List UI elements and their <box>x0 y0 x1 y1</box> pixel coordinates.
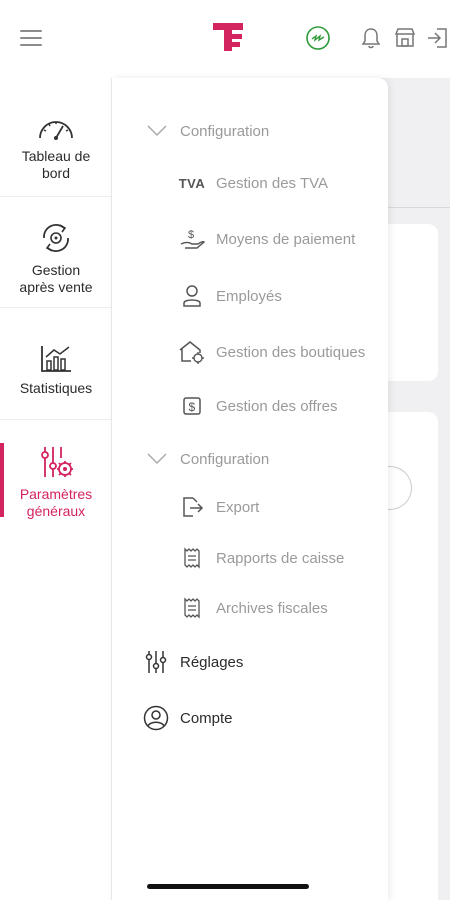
settings-sliders-icon <box>41 447 73 477</box>
refresh-gear-icon <box>43 224 69 252</box>
main-content-background <box>376 78 450 900</box>
rail-item-statistics[interactable]: Statistiques <box>0 344 112 397</box>
settings-drawer: Configuration TVA Gestion des TVA $ Moye… <box>112 78 388 900</box>
rail-item-dashboard[interactable]: Tableau de bord <box>0 114 112 182</box>
rail-label: Gestion <box>31 262 81 278</box>
menu-label: Gestion des TVA <box>216 174 329 192</box>
rail-label: bord <box>41 165 71 181</box>
gauge-icon <box>39 121 73 140</box>
menu-label: Gestion des boutiques <box>216 343 366 361</box>
menu-item-settings[interactable]: Réglages <box>142 649 243 675</box>
export-icon <box>178 494 206 520</box>
section-title: Configuration <box>180 122 270 140</box>
online-status-icon[interactable] <box>305 25 331 51</box>
rail-item-after-sales[interactable]: Gestion après vente <box>0 220 112 296</box>
divider <box>0 196 112 197</box>
svg-text:$: $ <box>188 229 194 241</box>
store-icon[interactable] <box>392 25 418 51</box>
logout-icon[interactable] <box>425 25 450 51</box>
menu-item-offers[interactable]: $ Gestion des offres <box>178 393 337 419</box>
home-indicator[interactable] <box>147 884 309 889</box>
menu-item-export[interactable]: Export <box>178 494 259 520</box>
menu-item-fiscal-archives[interactable]: Archives fiscales <box>178 595 328 621</box>
menu-item-account[interactable]: Compte <box>142 705 233 731</box>
menu-label: Gestion des offres <box>216 397 338 415</box>
rail-label: Tableau de <box>21 148 91 164</box>
section-title: Configuration <box>180 450 270 468</box>
menu-label: Rapports de caisse <box>216 549 345 567</box>
menu-label: Archives fiscales <box>216 599 328 617</box>
svg-text:$: $ <box>189 400 196 414</box>
app-logo-icon <box>213 23 243 51</box>
dollar-tag-icon: $ <box>178 393 206 419</box>
bell-icon[interactable] <box>358 25 384 51</box>
divider <box>0 419 112 420</box>
menu-item-shops[interactable]: Gestion des boutiques <box>178 339 365 365</box>
tva-icon: TVA <box>178 175 206 191</box>
hand-money-icon: $ <box>178 226 206 252</box>
hamburger-menu-icon[interactable] <box>20 30 42 48</box>
account-icon <box>142 705 170 731</box>
rail-label: après vente <box>19 279 93 295</box>
top-bar <box>0 0 450 78</box>
divider <box>0 307 112 308</box>
menu-item-payment-methods[interactable]: $ Moyens de paiement <box>178 226 355 252</box>
chevron-down-icon <box>146 446 168 472</box>
menu-item-employees[interactable]: Employés <box>178 283 282 309</box>
shop-gear-icon <box>178 339 206 365</box>
menu-label: Employés <box>216 287 282 305</box>
receipt-icon <box>178 595 206 621</box>
section-header-configuration[interactable]: Configuration <box>146 446 269 472</box>
section-header-configuration[interactable]: Configuration <box>146 118 269 144</box>
sliders-icon <box>142 649 170 675</box>
menu-label: Export <box>216 498 260 516</box>
rail-label: généraux <box>26 503 86 519</box>
rail-item-general-settings[interactable]: Paramètres généraux <box>0 444 112 520</box>
chart-icon <box>41 346 71 372</box>
navigation-rail: Tableau de bord Gestion après vente Stat… <box>0 78 112 900</box>
receipt-icon <box>178 545 206 571</box>
chevron-down-icon <box>146 118 168 144</box>
user-icon <box>178 283 206 309</box>
menu-label: Moyens de paiement <box>216 230 356 248</box>
rail-label: Paramètres <box>19 486 93 502</box>
menu-label: Réglages <box>180 653 244 671</box>
rail-label: Statistiques <box>19 380 93 396</box>
menu-label: Compte <box>180 709 233 727</box>
menu-item-vat[interactable]: TVA Gestion des TVA <box>178 170 328 196</box>
main-header-area <box>388 78 450 208</box>
menu-item-cash-reports[interactable]: Rapports de caisse <box>178 545 344 571</box>
